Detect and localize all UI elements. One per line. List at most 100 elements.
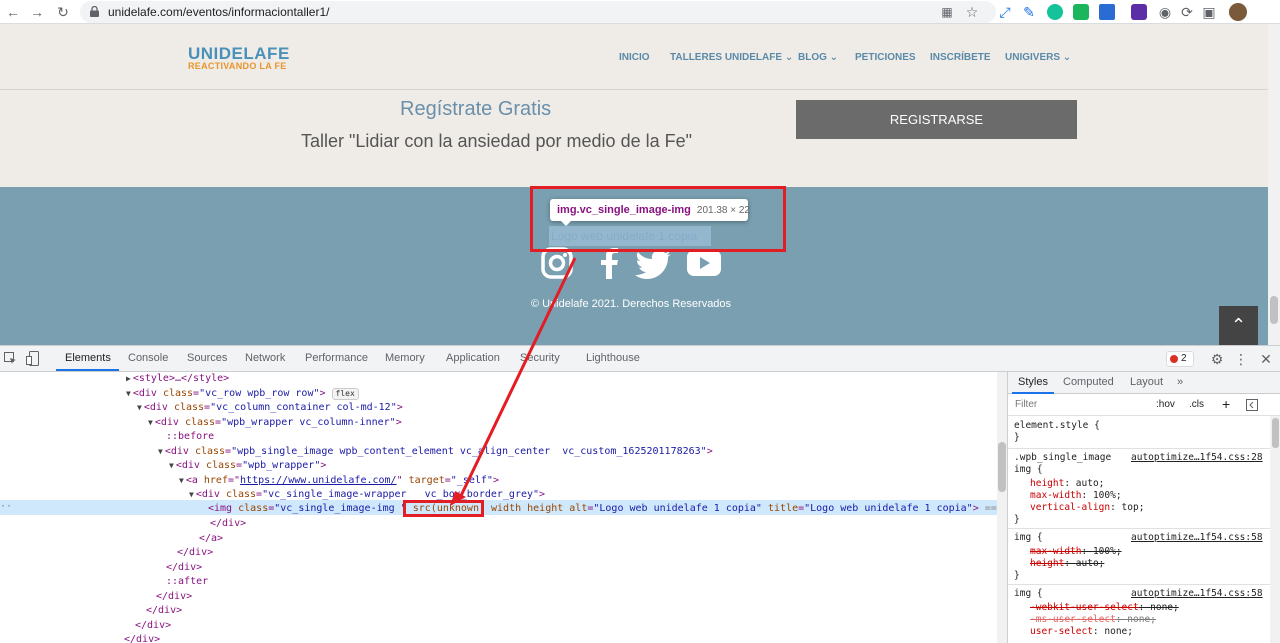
styles-filter-input[interactable]: Filter [1012,397,1148,413]
back-icon[interactable]: ← [4,3,22,21]
css-declaration-overridden[interactable]: -webkit-user-select: none; [1030,602,1179,614]
tab-application[interactable]: Application [446,352,500,364]
youtube-icon[interactable] [687,250,721,276]
rule-selector[interactable]: img { [1014,588,1043,600]
globe-icon[interactable]: ◉ [1156,3,1174,21]
tab-sources[interactable]: Sources [187,352,227,364]
dom-close-tag[interactable]: </div> [146,604,182,619]
grammarly-icon[interactable] [1047,4,1063,20]
translate-icon[interactable]: ▦ [938,3,956,21]
css-declaration[interactable]: height: auto; [1030,478,1104,490]
register-button[interactable]: REGISTRARSE [796,100,1077,139]
rule-selector[interactable]: img { [1014,532,1043,544]
reload-icon[interactable]: ↻ [54,3,72,21]
css-declaration-overridden[interactable]: height: auto; [1030,558,1104,570]
styles-scroll-thumb[interactable] [1272,418,1279,448]
bookmark-star-icon[interactable]: ☆ [963,3,981,21]
rule-selector[interactable]: .wpb_single_image [1014,452,1111,464]
tab-security[interactable]: Security [520,352,560,364]
hover-state-toggle[interactable]: :hov [1156,399,1175,410]
menu-talleres[interactable]: TALLERES UNIDELAFE ⌄ [670,52,793,63]
menu-inscribete[interactable]: INSCRÍBETE [930,52,991,63]
dom-node-selected-img[interactable]: <img class="vc_single_image-img " src(un… [208,502,1007,517]
dom-node[interactable]: ▼ <div class="vc_row wpb_row row"> flex [126,387,359,402]
dom-close-tag[interactable]: </div> [166,561,202,576]
dom-close-tag[interactable]: </div> [156,590,192,605]
scroll-top-button[interactable]: ⌃ [1219,306,1258,345]
tab-console[interactable]: Console [128,352,168,364]
tab-memory[interactable]: Memory [385,352,425,364]
more-options-icon[interactable]: ⋮ [1232,350,1250,368]
sync-icon[interactable]: ⟳ [1178,3,1196,21]
dom-node[interactable]: ▼ <div class="wpb_wrapper"> [169,459,326,474]
dom-node[interactable]: ▼ <a href="https://www.unidelafe.com/" ta… [179,474,499,489]
dom-close-tag[interactable]: </div> [135,619,171,634]
flex-badge[interactable]: flex [331,387,359,400]
facebook-icon[interactable] [601,248,618,279]
class-toggle[interactable]: .cls [1189,399,1204,410]
rule-element-style[interactable]: element.style { [1014,420,1100,432]
rule-divider [1008,584,1270,585]
tab-elements[interactable]: Elements [65,352,111,364]
elements-scroll-thumb[interactable] [998,442,1006,492]
dom-node[interactable]: ▼ <div class="vc_single_image-wrapper vc_… [189,488,545,503]
dom-close-tag[interactable]: </div> [210,517,246,532]
menu-peticiones[interactable]: PETICIONES [855,52,916,63]
dom-close-tag[interactable]: </a> [199,532,223,547]
extension-purple-icon[interactable] [1131,4,1147,20]
menu-inicio[interactable]: INICIO [619,52,650,63]
css-declaration[interactable]: vertical-align: top; [1030,502,1144,514]
error-count: 2 [1181,353,1187,364]
twitter-icon[interactable] [635,250,671,279]
web-page: UNIDELAFE REACTIVANDO LA FE INICIO TALLE… [0,24,1280,345]
dom-close-tag[interactable]: </div> [177,546,213,561]
rule-source-link[interactable]: autoptimize…1f54.css:58 [1131,588,1263,600]
page-scrollbar[interactable] [1268,24,1280,345]
tab-layout[interactable]: Layout [1130,376,1163,388]
dom-node[interactable]: ▼ <div class="vc_column_container col-md-… [137,401,403,416]
dom-pseudo-node[interactable]: ::before [166,430,214,445]
tab-network[interactable]: Network [245,352,285,364]
device-toolbar-icon[interactable] [26,351,39,366]
css-declaration[interactable]: max-width: 100%; [1030,490,1122,502]
styles-scrollbar[interactable] [1270,416,1280,643]
settings-gear-icon[interactable]: ⚙ [1208,350,1226,368]
toggle-sidebar-icon[interactable] [1246,399,1258,411]
css-declaration-overridden[interactable]: max-width: 100%; [1030,546,1122,558]
expand-icon[interactable]: ⤢ [996,3,1014,21]
menu-unigivers[interactable]: UNIGIVERS ⌄ [1005,52,1071,63]
new-extension-icon[interactable] [1099,4,1115,20]
rule-source-link[interactable]: autoptimize…1f54.css:28 [1131,452,1263,464]
tab-styles[interactable]: Styles [1018,376,1048,388]
close-devtools-icon[interactable]: ✕ [1257,350,1275,368]
camera-icon[interactable]: ▣ [1200,3,1218,21]
collapse-triangle-icon: ▼ [179,475,184,485]
dom-node[interactable]: ▼ <div class="wpb_single_image wpb_conten… [158,445,713,460]
href-link[interactable]: https://www.unidelafe.com/ [240,475,397,486]
more-tabs-icon[interactable]: » [1177,376,1183,388]
address-bar[interactable]: unidelafe.com/eventos/informaciontaller1… [80,1,996,23]
tab-performance[interactable]: Performance [305,352,368,364]
forward-icon[interactable]: → [28,3,46,21]
extension-green-icon[interactable] [1073,4,1089,20]
css-declaration-overridden[interactable]: -ms-user-select: none; [1030,614,1156,626]
tab-computed[interactable]: Computed [1063,376,1114,388]
rule-selector[interactable]: img { [1014,464,1043,476]
avatar[interactable] [1229,3,1247,21]
css-declaration[interactable]: user-select: none; [1030,626,1133,638]
page-scroll-thumb[interactable] [1270,296,1278,324]
new-rule-button[interactable]: + [1222,396,1230,412]
rule-source-link[interactable]: autoptimize…1f54.css:58 [1131,532,1263,544]
pen-icon[interactable]: ✎ [1020,3,1038,21]
error-count-badge[interactable]: 2 [1166,351,1194,367]
menu-blog[interactable]: BLOG ⌄ [798,52,838,63]
instagram-icon[interactable] [541,247,573,279]
tab-lighthouse[interactable]: Lighthouse [586,352,640,364]
dom-node[interactable]: ▼ <div class="wpb_wrapper vc_column-inner… [148,416,402,431]
collapse-triangle-icon: ▼ [169,461,174,470]
dom-pseudo-node[interactable]: ::after [166,575,208,590]
inspect-element-icon[interactable] [4,352,17,365]
elements-scrollbar[interactable] [997,372,1007,643]
dom-node[interactable]: ▶ <style>…</style> [126,372,229,387]
elements-tree: ·· ▶ <style>…</style> ▼ <div class="vc_row… [0,372,1007,643]
